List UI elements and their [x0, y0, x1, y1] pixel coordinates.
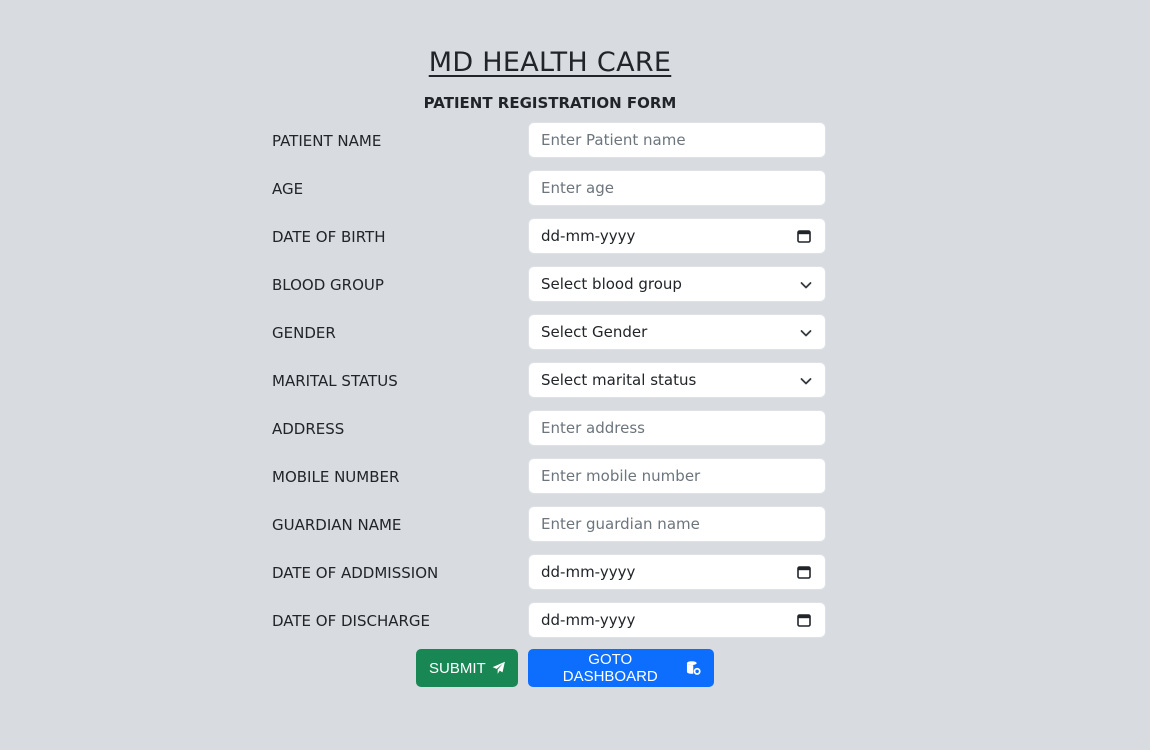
submit-button[interactable]: SUBMIT — [416, 649, 518, 687]
guardian-name-label: GUARDIAN NAME — [272, 516, 402, 534]
age-label: AGE — [272, 180, 304, 198]
date-of-admission-row: DATE OF ADDMISSION dd-mm-yyyy — [272, 554, 828, 592]
mobile-number-label: MOBILE NUMBER — [272, 468, 400, 486]
calendar-icon[interactable] — [797, 229, 811, 243]
chevron-down-icon — [800, 330, 812, 337]
blood-group-label: BLOOD GROUP — [272, 276, 384, 294]
blood-group-row: BLOOD GROUP Select blood group — [272, 266, 828, 304]
submit-button-label: SUBMIT — [429, 659, 486, 677]
date-of-birth-label: DATE OF BIRTH — [272, 228, 386, 246]
calendar-icon[interactable] — [797, 613, 811, 627]
address-label: ADDRESS — [272, 420, 345, 438]
goto-dashboard-label: GOTO DASHBOARD — [562, 651, 658, 685]
chevron-down-icon — [800, 282, 812, 289]
form-subtitle: PATIENT REGISTRATION FORM — [423, 94, 677, 112]
page-title: MD HEALTH CARE — [428, 47, 672, 78]
mobile-number-row: MOBILE NUMBER — [272, 458, 828, 496]
marital-status-value: Select marital status — [541, 371, 697, 389]
database-icon — [686, 661, 701, 675]
gender-value: Select Gender — [541, 323, 648, 341]
patient-name-input[interactable] — [528, 122, 826, 158]
date-of-discharge-value: dd-mm-yyyy — [541, 611, 636, 629]
gender-select[interactable]: Select Gender — [528, 314, 826, 350]
calendar-icon[interactable] — [797, 565, 811, 579]
gender-label: GENDER — [272, 324, 336, 342]
chevron-down-icon — [800, 378, 812, 385]
address-input[interactable] — [528, 410, 826, 446]
patient-name-row: PATIENT NAME — [272, 122, 828, 160]
marital-status-label: MARITAL STATUS — [272, 372, 398, 390]
date-of-birth-row: DATE OF BIRTH dd-mm-yyyy — [272, 218, 828, 256]
date-of-discharge-row: DATE OF DISCHARGE dd-mm-yyyy — [272, 602, 828, 640]
mobile-number-input[interactable] — [528, 458, 826, 494]
date-of-admission-input[interactable]: dd-mm-yyyy — [528, 554, 826, 590]
date-of-admission-value: dd-mm-yyyy — [541, 563, 636, 581]
marital-status-select[interactable]: Select marital status — [528, 362, 826, 398]
date-of-birth-value: dd-mm-yyyy — [541, 227, 636, 245]
age-row: AGE — [272, 170, 828, 208]
gender-row: GENDER Select Gender — [272, 314, 828, 352]
goto-dashboard-button[interactable]: GOTO DASHBOARD — [528, 649, 714, 687]
blood-group-value: Select blood group — [541, 275, 682, 293]
date-of-discharge-label: DATE OF DISCHARGE — [272, 612, 431, 630]
address-row: ADDRESS — [272, 410, 828, 448]
age-input[interactable] — [528, 170, 826, 206]
paper-plane-icon — [492, 661, 505, 674]
date-of-discharge-input[interactable]: dd-mm-yyyy — [528, 602, 826, 638]
guardian-name-row: GUARDIAN NAME — [272, 506, 828, 544]
patient-name-label: PATIENT NAME — [272, 132, 382, 150]
guardian-name-input[interactable] — [528, 506, 826, 542]
blood-group-select[interactable]: Select blood group — [528, 266, 826, 302]
date-of-birth-input[interactable]: dd-mm-yyyy — [528, 218, 826, 254]
marital-status-row: MARITAL STATUS Select marital status — [272, 362, 828, 400]
date-of-admission-label: DATE OF ADDMISSION — [272, 564, 439, 582]
